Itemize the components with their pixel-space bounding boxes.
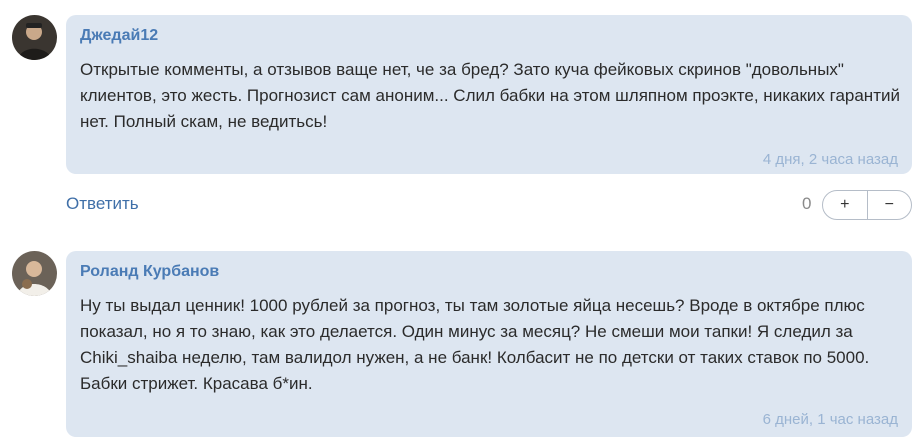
downvote-button[interactable]: − [866, 191, 912, 219]
vote-score: 0 [802, 194, 812, 213]
vote-controls: + − [822, 190, 912, 220]
upvote-button[interactable]: + [823, 191, 867, 219]
user-photo-avatar-icon [12, 251, 57, 296]
comment-timestamp[interactable]: 6 дней, 1 час назад [763, 411, 898, 428]
user-photo-avatar-icon [12, 15, 57, 60]
comment-timestamp[interactable]: 4 дня, 2 часа назад [763, 151, 898, 168]
comment-bubble: Роланд Курбанов Ну ты выдал ценник! 1000… [66, 251, 912, 437]
avatar[interactable] [12, 251, 57, 296]
comment-author[interactable]: Джедай12 [80, 27, 158, 45]
comment-text: Открытые комменты, а отзывов ваще нет, ч… [80, 60, 900, 131]
comment-actions: Ответить 0 + − [0, 178, 914, 228]
comment-bubble: Джедай12 Открытые комменты, а отзывов ва… [66, 15, 912, 174]
reply-button[interactable]: Ответить [66, 194, 139, 214]
comment-text: Ну ты выдал ценник! 1000 рублей за прогн… [80, 296, 870, 393]
avatar[interactable] [12, 15, 57, 60]
comment-author[interactable]: Роланд Курбанов [80, 263, 219, 281]
